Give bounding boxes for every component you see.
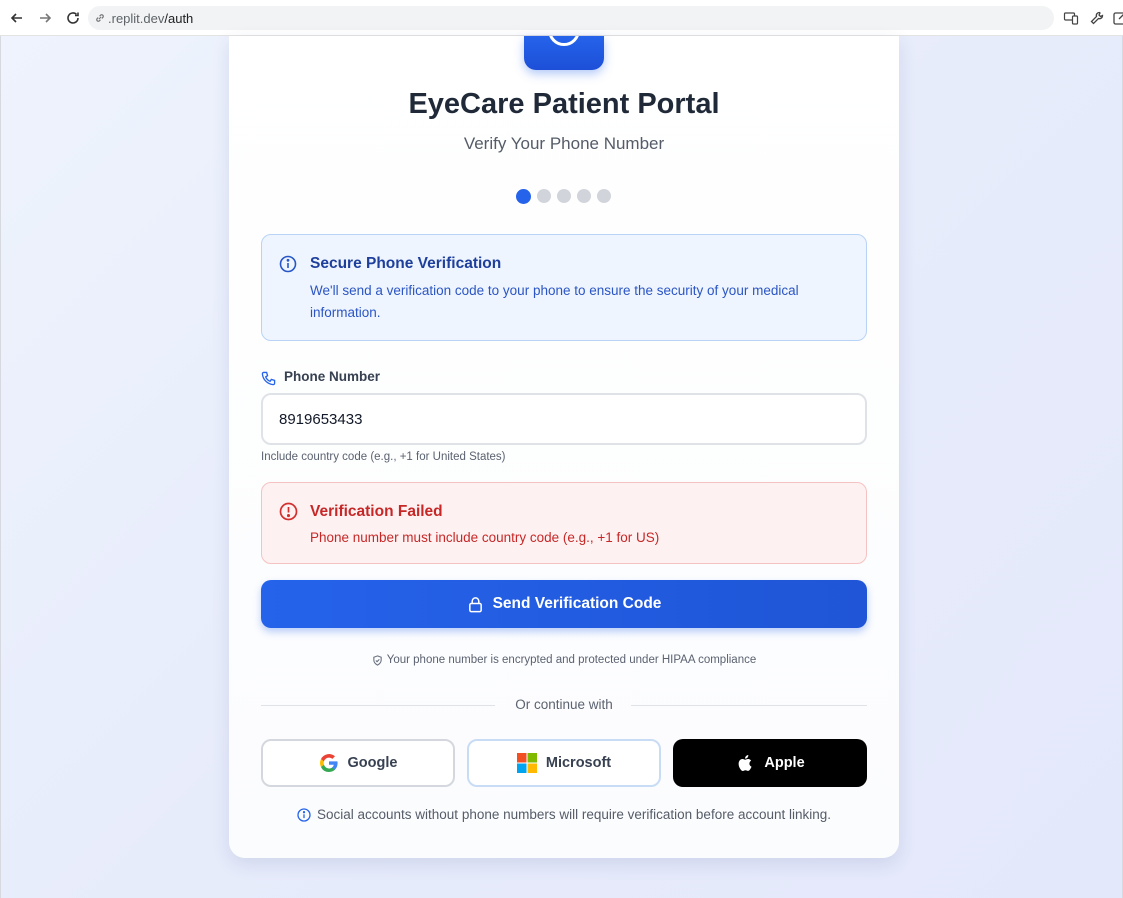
eye-logo-icon (524, 36, 604, 70)
wrench-icon[interactable] (1088, 9, 1106, 27)
info-text: We'll send a verification code to your p… (310, 283, 799, 320)
apple-icon (735, 753, 755, 773)
phone-label-row: Phone Number (261, 366, 380, 386)
shield-icon (373, 654, 382, 666)
microsoft-icon (516, 753, 537, 773)
security-note: Your phone number is encrypted and prote… (229, 654, 899, 666)
step-dot (597, 189, 611, 203)
page-subtitle: Verify Your Phone Number (463, 134, 665, 153)
phone-icon (261, 371, 276, 385)
alert-circle-icon (279, 502, 298, 521)
phone-helper-text: Include country code (e.g., +1 for Unite… (261, 451, 506, 463)
phone-field-label: Phone Number (284, 368, 381, 384)
step-indicator (516, 188, 611, 204)
social-note: Social accounts without phone numbers wi… (229, 806, 899, 822)
page-background: EyeCare Patient Portal Verify Your Phone… (0, 36, 1123, 898)
back-arrow-icon[interactable] (6, 7, 28, 29)
step-dot-active (516, 188, 531, 204)
social-note-text: Social accounts without phone numbers wi… (316, 806, 832, 822)
lock-icon (468, 596, 482, 612)
error-text: Phone number must include country code (… (310, 530, 660, 545)
url-host: .replit.dev (108, 10, 165, 26)
browser-toolbar: .replit.dev/auth (0, 0, 1123, 36)
divider-label: Or continue with (515, 697, 613, 712)
auth-card: EyeCare Patient Portal Verify Your Phone… (229, 36, 899, 858)
error-title: Verification Failed (310, 503, 443, 520)
info-title: Secure Phone Verification (310, 255, 502, 272)
microsoft-label: Microsoft (545, 755, 612, 771)
info-icon (297, 808, 311, 822)
url-path: /auth (164, 10, 194, 26)
link-icon (94, 12, 106, 24)
send-button-label: Send Verification Code (492, 595, 662, 612)
send-verification-button[interactable]: Send Verification Code (261, 580, 867, 628)
step-dot (577, 189, 591, 203)
forward-arrow-icon[interactable] (34, 7, 56, 29)
step-dot (557, 189, 571, 203)
security-note-text: Your phone number is encrypted and prote… (386, 654, 757, 666)
google-icon (319, 753, 339, 773)
apple-label: Apple (764, 755, 805, 771)
external-open-icon[interactable] (1111, 9, 1123, 27)
microsoft-signin-button[interactable]: Microsoft (467, 739, 661, 787)
google-signin-button[interactable]: Google (261, 739, 455, 787)
phone-number-input[interactable] (261, 393, 867, 445)
reload-icon[interactable] (62, 7, 84, 29)
google-label: Google (347, 755, 398, 771)
device-toolbar-icon[interactable] (1062, 9, 1080, 27)
info-alert: Secure Phone Verification We'll send a v… (261, 234, 867, 341)
address-bar[interactable]: .replit.dev/auth (88, 6, 1054, 30)
step-dot (537, 189, 551, 203)
apple-signin-button[interactable]: Apple (673, 739, 867, 787)
info-icon (279, 255, 297, 273)
error-alert: Verification Failed Phone number must in… (261, 482, 867, 564)
page-title: EyeCare Patient Portal (408, 88, 720, 120)
